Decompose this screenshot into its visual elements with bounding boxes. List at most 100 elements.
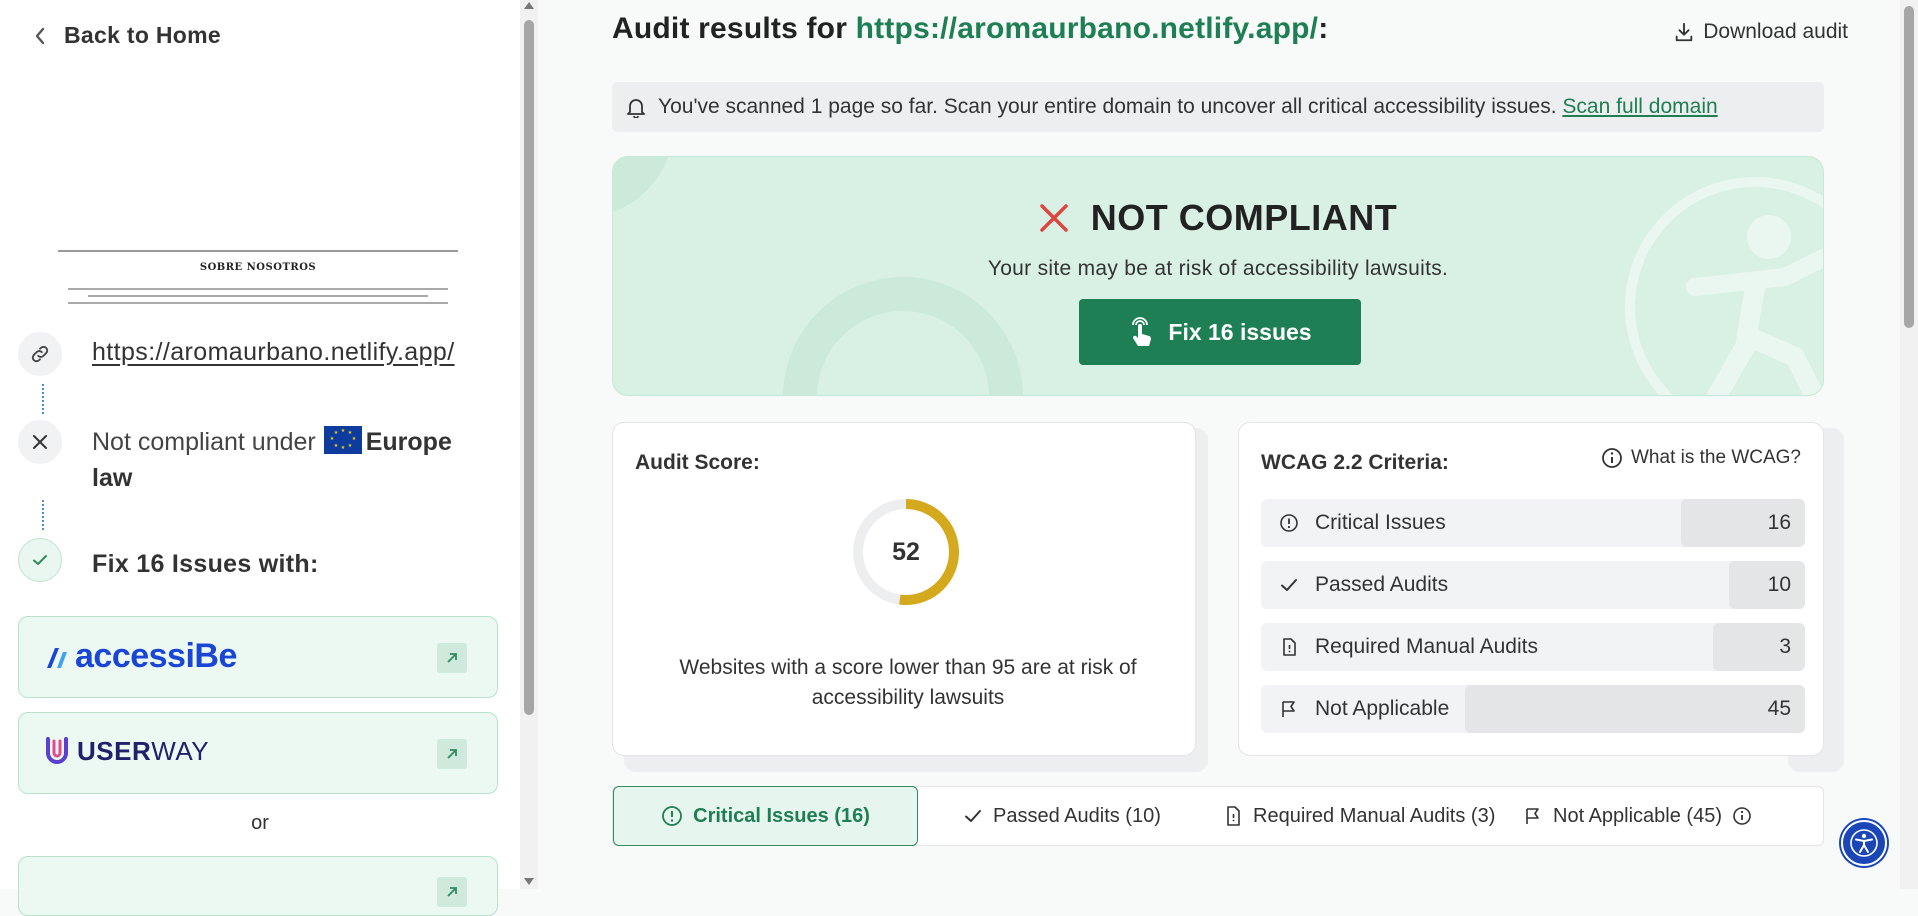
audit-score-title: Audit Score: — [635, 451, 760, 474]
preview-text-line — [68, 288, 448, 290]
status-subtitle: Your site may be at risk of accessibilit… — [987, 257, 1449, 280]
alert-circle-icon — [661, 805, 683, 827]
download-audit-button[interactable]: Download audit — [1673, 20, 1848, 44]
criteria-label: Critical Issues — [1315, 511, 1446, 534]
results-tabs: Critical Issues (16) Passed Audits (10) … — [612, 786, 1824, 846]
main-content: Audit results for https://aromaurbano.ne… — [538, 0, 1900, 889]
compliance-law-status: Not compliant under ★ ★ ★ ★ ★ ★ ★ ★ Europe law — [92, 424, 492, 496]
back-to-home-label: Back to Home — [64, 22, 221, 48]
criteria-label: Passed Audits — [1315, 573, 1449, 596]
scroll-down-arrow-icon[interactable] — [524, 878, 534, 885]
alert-circle-icon — [1279, 513, 1299, 533]
fix-with-heading: Fix 16 Issues with: — [92, 550, 319, 578]
download-icon — [1673, 21, 1695, 43]
audit-score-card: Audit Score: 52 Websites with a score lo… — [612, 422, 1196, 756]
law-text: Not compliant under — [92, 428, 316, 456]
criteria-row-passed[interactable]: Passed Audits 10 — [1261, 561, 1805, 609]
page-scrollbar[interactable] — [1900, 0, 1918, 889]
site-preview-thumbnail: SOBRE NOSOTROS — [58, 240, 458, 310]
criteria-count: 45 — [1767, 697, 1791, 720]
page-scroll-thumb[interactable] — [1904, 6, 1914, 328]
step-connector — [42, 384, 44, 414]
title-url: https://aromaurbano.netlify.app/ — [855, 12, 1319, 45]
link-step-icon — [18, 332, 62, 376]
wcag-criteria-card: WCAG 2.2 Criteria: What is the WCAG? Cri… — [1238, 422, 1824, 756]
eu-flag-icon: ★ ★ ★ ★ ★ ★ ★ ★ — [323, 426, 362, 454]
scroll-up-arrow-icon[interactable] — [524, 2, 534, 9]
document-icon — [1223, 805, 1243, 827]
tap-hand-icon — [1128, 316, 1154, 348]
preview-text-line — [68, 302, 448, 304]
tab-label: Not Applicable (45) — [1553, 804, 1722, 827]
userway-wordmark-light: WAY — [151, 735, 210, 766]
preview-divider — [58, 250, 458, 252]
criteria-count: 16 — [1767, 511, 1791, 534]
criteria-count: 10 — [1767, 573, 1791, 596]
page-title: Audit results for https://aromaurbano.ne… — [612, 12, 1328, 46]
audited-site-link[interactable]: https://aromaurbano.netlify.app/ — [92, 338, 455, 367]
scan-full-domain-link[interactable]: Scan full domain — [1562, 95, 1717, 118]
tab-label: Passed Audits (10) — [993, 804, 1161, 827]
criteria-label: Not Applicable — [1315, 697, 1450, 720]
info-icon — [1601, 447, 1623, 469]
accessibe-mark-icon — [47, 647, 67, 668]
document-icon — [1279, 637, 1299, 657]
compliance-status-panel: NOT COMPLIANT Your site may be at risk o… — [612, 156, 1824, 396]
scan-info-banner: You've scanned 1 page so far. Scan your … — [612, 82, 1824, 132]
chevron-left-icon — [34, 27, 46, 45]
check-icon — [1279, 575, 1299, 595]
external-link-icon — [437, 643, 467, 673]
or-separator: or — [251, 812, 269, 834]
status-title: NOT COMPLIANT — [1090, 197, 1398, 238]
third-vendor-card[interactable] — [18, 856, 498, 916]
what-is-wcag-label: What is the WCAG? — [1631, 447, 1801, 468]
criteria-label: Required Manual Audits — [1315, 635, 1538, 658]
criteria-row-critical[interactable]: Critical Issues 16 — [1261, 499, 1805, 547]
external-link-icon — [437, 739, 467, 769]
criteria-row-manual[interactable]: Required Manual Audits 3 — [1261, 623, 1805, 671]
accessibility-widget-button[interactable] — [1841, 820, 1887, 866]
close-step-icon — [18, 420, 62, 464]
info-icon[interactable] — [1732, 806, 1752, 826]
score-value: 52 — [892, 537, 920, 566]
fix-issues-label: Fix 16 issues — [1168, 318, 1312, 345]
tab-passed-audits[interactable]: Passed Audits (10) — [963, 787, 1161, 845]
fix-issues-button[interactable]: Fix 16 issues — [1079, 299, 1361, 365]
flag-icon — [1279, 699, 1299, 719]
external-link-icon — [437, 877, 467, 907]
userway-vendor-card[interactable]: USERWAY — [18, 712, 498, 794]
criteria-row-not-applicable[interactable]: Not Applicable 45 — [1261, 685, 1805, 733]
sidebar: Back to Home SOBRE NOSOTROS https://arom… — [0, 0, 520, 916]
criteria-count: 3 — [1779, 635, 1791, 658]
what-is-wcag-link[interactable]: What is the WCAG? — [1601, 447, 1801, 469]
check-step-icon — [18, 538, 62, 582]
flag-icon — [1523, 806, 1543, 826]
userway-wordmark-bold: USER — [77, 735, 152, 766]
law-region: Europe — [365, 428, 452, 456]
accessibe-logo: accessiBe — [43, 637, 237, 676]
bell-icon — [626, 96, 646, 118]
tab-critical-issues[interactable]: Critical Issues (16) — [613, 786, 918, 846]
accessibe-wordmark: accessiBe — [75, 637, 237, 675]
title-prefix: Audit results for — [612, 12, 848, 45]
preview-text-line — [88, 295, 428, 297]
law-suffix: law — [92, 464, 133, 492]
check-icon — [963, 806, 983, 826]
decorative-ring — [783, 277, 1023, 395]
sidebar-scroll-thumb[interactable] — [524, 20, 534, 715]
tab-label: Critical Issues (16) — [693, 804, 870, 827]
download-audit-label: Download audit — [1703, 20, 1848, 43]
status-heading: NOT COMPLIANT — [613, 197, 1823, 239]
score-risk-note: Websites with a score lower than 95 are … — [679, 656, 1137, 709]
wcag-title: WCAG 2.2 Criteria: — [1261, 451, 1449, 474]
title-suffix: : — [1318, 12, 1329, 45]
tab-required-manual-audits[interactable]: Required Manual Audits (3) — [1223, 787, 1495, 845]
error-x-icon — [1039, 203, 1069, 233]
sidebar-scrollbar[interactable] — [520, 0, 538, 889]
tab-not-applicable[interactable]: Not Applicable (45) — [1523, 787, 1752, 845]
preview-title: SOBRE NOSOTROS — [199, 262, 317, 273]
back-to-home-link[interactable]: Back to Home — [34, 22, 221, 49]
criteria-count-bar — [1713, 623, 1805, 671]
criteria-count-bar — [1465, 685, 1805, 733]
accessibe-vendor-card[interactable]: accessiBe — [18, 616, 498, 698]
